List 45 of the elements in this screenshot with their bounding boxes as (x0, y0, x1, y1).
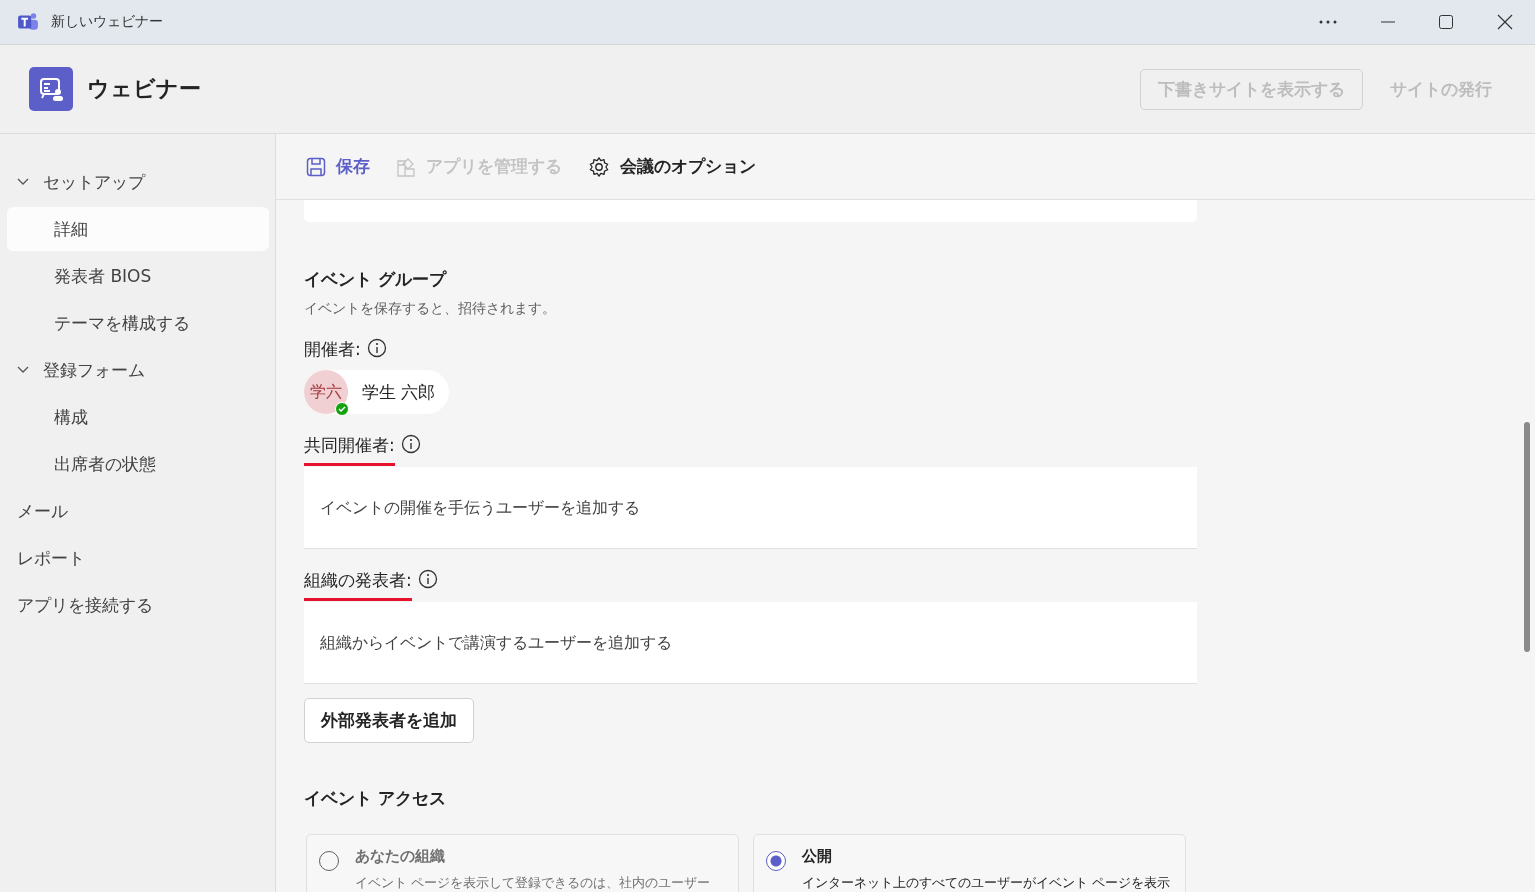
field-label: 開催者: (304, 338, 361, 361)
option-label: 公開 (802, 847, 833, 866)
access-option-card[interactable]: 公開 インターネット上のすべてのユーザーがイベント ページを表示 (753, 834, 1186, 892)
info-icon[interactable] (417, 569, 438, 589)
option-description: インターネット上のすべてのユーザーがイベント ページを表示 (802, 874, 1171, 892)
toolbar-button[interactable]: 会議のオプション (588, 155, 756, 178)
info-icon[interactable] (366, 338, 387, 358)
sidebar-item[interactable]: セットアップ (7, 160, 269, 204)
info-icon[interactable] (400, 434, 421, 454)
window-title: 新しいウェビナー (51, 13, 163, 31)
sidebar-item[interactable]: アプリを接続する (7, 583, 269, 627)
save-icon (306, 156, 326, 177)
sidebar-item[interactable]: レポート (7, 536, 269, 580)
input-field[interactable] (304, 200, 1197, 222)
section-title: イベント グループ (304, 268, 448, 291)
chevron-icon (17, 366, 29, 374)
sidebar-item[interactable]: 登録フォーム (7, 348, 269, 392)
section-subtitle: イベントを保存すると、招待されます。 (304, 300, 557, 318)
scrollbar[interactable] (1524, 422, 1530, 652)
sidebar-item[interactable]: 詳細 (7, 207, 269, 251)
option-description: イベント ページを表示して登録できるのは、社内のユーザー (355, 874, 711, 892)
maximize-icon[interactable] (1439, 15, 1453, 29)
more-icon[interactable] (1319, 20, 1337, 24)
sidebar-item[interactable]: メール (7, 489, 269, 533)
access-option-card[interactable]: あなたの組織 イベント ページを表示して登録できるのは、社内のユーザー (306, 834, 739, 892)
section-title: イベント アクセス (304, 787, 447, 810)
page-title: ウェビナー (87, 75, 201, 103)
chevron-icon (17, 178, 29, 186)
option-label: あなたの組織 (355, 847, 446, 866)
sidebar-item[interactable]: 構成 (7, 395, 269, 439)
input-field[interactable]: 組織からイベントで講演するユーザーを追加する (304, 602, 1197, 684)
apps-icon (396, 156, 416, 177)
sidebar-item[interactable]: 出席者の状態 (7, 442, 269, 486)
toolbar-button[interactable]: 保存 (306, 155, 370, 178)
avatar: 学六 (304, 370, 348, 414)
settings-icon (588, 155, 610, 178)
sidebar-item[interactable]: テーマを構成する (7, 301, 269, 345)
app-logo-icon (17, 12, 39, 32)
input-field[interactable]: イベントの開催を手伝うユーザーを追加する (304, 467, 1197, 549)
webinar-icon (29, 67, 73, 111)
sidebar-item[interactable]: 発表者 BIOS (7, 254, 269, 298)
radio-button[interactable] (766, 851, 786, 871)
add-presenter-button[interactable]: 外部発表者を追加 (304, 698, 474, 743)
close-icon[interactable] (1497, 14, 1513, 30)
organizer-chip[interactable]: 学六 学生 六郎 (304, 370, 450, 414)
